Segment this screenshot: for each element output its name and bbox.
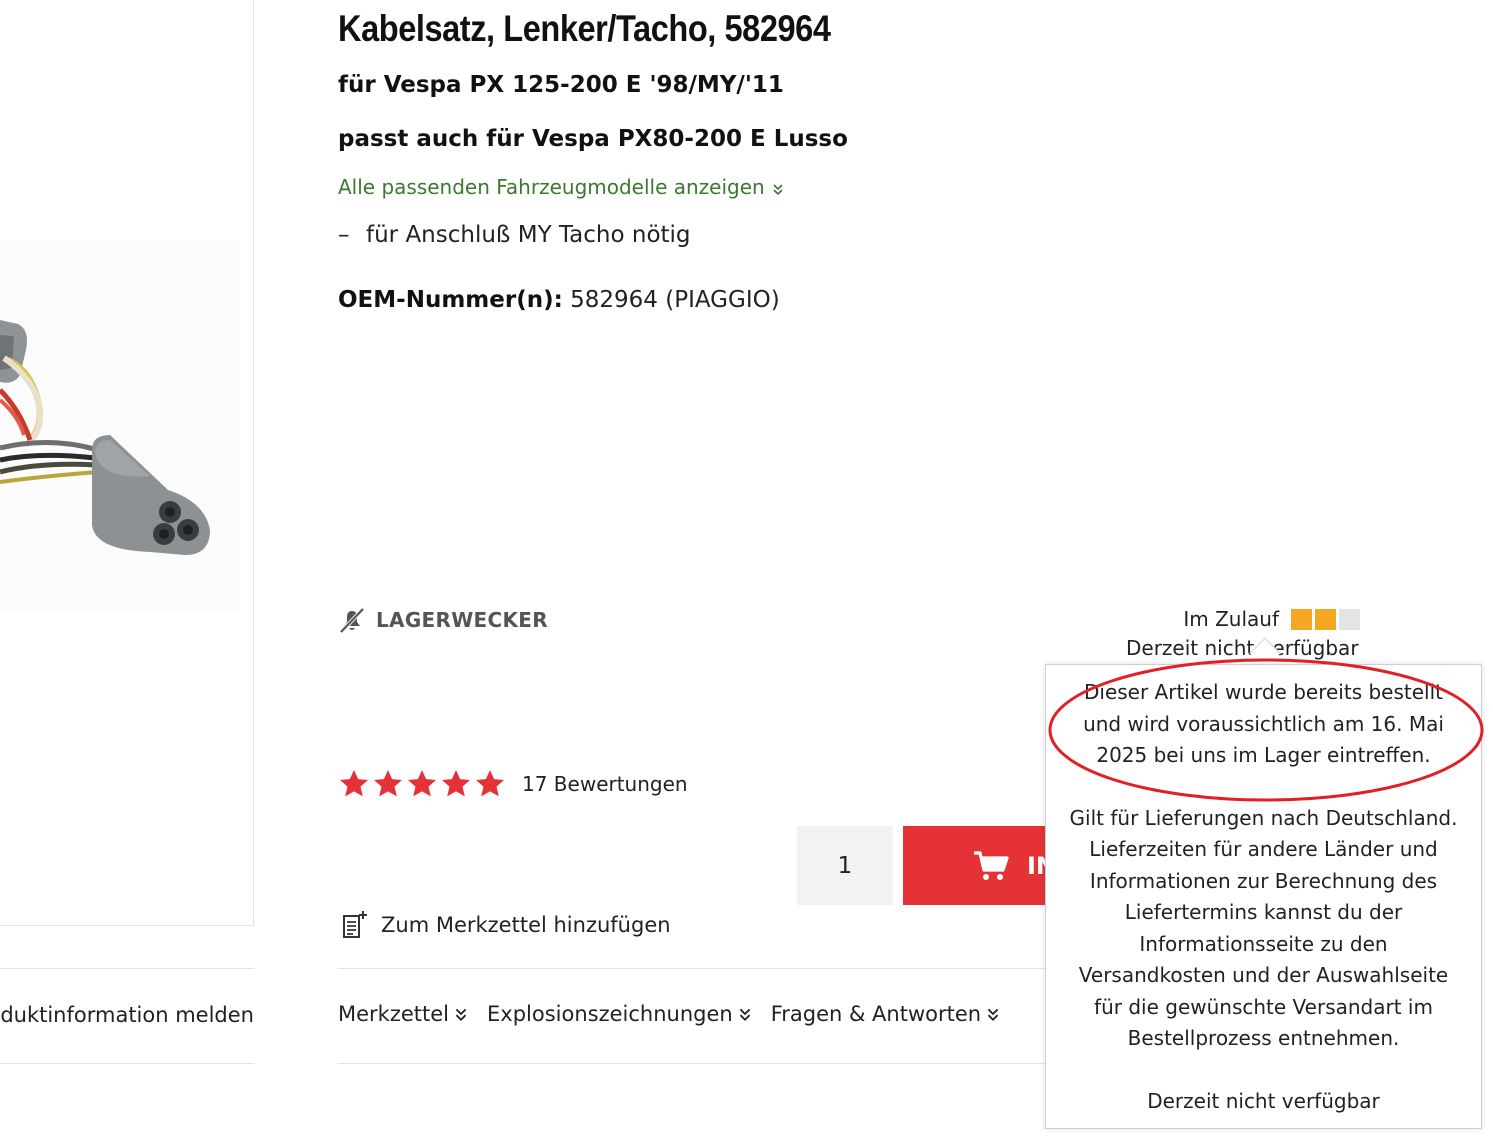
stock-level-bar (1291, 608, 1312, 630)
stock-level-bar (1339, 608, 1360, 630)
tooltip-info-line: für die gewünschte Versandart im (1094, 994, 1433, 1019)
bell-off-icon (339, 607, 365, 634)
tab-fragen-antworten[interactable]: Fragen & Antworten (771, 1002, 1001, 1026)
wishlist-label: Zum Merkzettel hinzufügen (381, 913, 671, 937)
fits-primary: für Vespa PX 125-200 E '98/MY/'11 (338, 72, 784, 98)
oem-numbers: OEM-Nummer(n): 582964 (PIAGGIO) (338, 287, 780, 313)
divider (0, 968, 254, 969)
divider (338, 968, 1058, 969)
stock-level-indicator (1291, 608, 1360, 630)
double-chevron-down-icon (455, 1008, 467, 1022)
tooltip-availability: Derzeit nicht verfügbar (1147, 1088, 1380, 1113)
feature-item: – für Anschluß MY Tacho nötig (338, 222, 691, 248)
show-models-label: Alle passenden Fahrzeugmodelle anzeigen (338, 175, 765, 199)
star-icon (374, 770, 402, 797)
product-image (0, 240, 240, 610)
rating-stars (338, 768, 506, 800)
stock-level-bar (1315, 608, 1336, 630)
stock-status-label: Im Zulauf (1183, 607, 1279, 631)
stock-alert-label: LAGERWECKER (376, 608, 548, 632)
stock-alert-button[interactable]: LAGERWECKER (338, 605, 548, 635)
tooltip-eta-line: 2025 bei uns im Lager eintreffen. (1096, 743, 1431, 767)
oem-value: 582964 (PIAGGIO) (570, 287, 780, 313)
fits-also: passt auch für Vespa PX80-200 E Lusso (338, 126, 848, 152)
add-to-cart-button[interactable]: IN (903, 826, 1063, 905)
tab-explosionszeichnungen[interactable]: Explosionszeichnungen (487, 1002, 753, 1026)
tooltip-info-line: Bestellprozess entnehmen. (1127, 1026, 1400, 1050)
tooltip-eta-line: Dieser Artikel wurde bereits bestellt (1083, 680, 1443, 704)
tooltip-info-line: Gilt für Lieferungen nach Deutschland. (1069, 805, 1458, 830)
star-icon (408, 770, 436, 797)
divider (0, 1063, 254, 1064)
double-chevron-down-icon (987, 1008, 999, 1022)
star-icon (442, 770, 470, 797)
oem-label: OEM-Nummer(n): (338, 287, 563, 313)
availability-text: Derzeit nicht verfügbar (1126, 636, 1359, 660)
double-chevron-down-icon (739, 1008, 750, 1022)
cart-icon (974, 850, 1009, 880)
product-image-panel[interactable] (0, 0, 254, 926)
show-all-models-link[interactable]: Alle passenden Fahrzeugmodelle anzeigen (338, 175, 785, 199)
tab-label: Explosionszeichnungen (487, 1002, 733, 1026)
quantity-input[interactable]: 1 (797, 826, 893, 905)
star-icon (340, 770, 368, 797)
feature-bullet: – (338, 222, 350, 248)
add-to-wishlist-link[interactable]: Zum Merkzettel hinzufügen (341, 910, 671, 940)
tooltip-info-line: Informationsseite zu den (1139, 931, 1388, 956)
tab-label: Fragen & Antworten (770, 1002, 982, 1026)
note-add-icon (343, 911, 367, 938)
tab-label: Merkzettel (338, 1002, 449, 1026)
double-chevron-down-icon (773, 183, 783, 195)
divider (338, 1063, 1058, 1064)
tooltip-info-line: Liefertermins kannst du der (1124, 900, 1403, 924)
rating-count: 17 Bewertungen (522, 772, 688, 796)
product-tabs: Merkzettel Explosionszeichnungen Fragen … (338, 1002, 1001, 1026)
tooltip-info-line: Lieferzeiten für andere Länder und (1089, 837, 1438, 861)
delivery-tooltip: Dieser Artikel wurde bereits bestellt un… (1045, 664, 1482, 1129)
report-product-info-link[interactable]: Produktinformation melden (0, 1003, 254, 1027)
product-title: Kabelsatz, Lenker/Tacho, 582964 (338, 8, 831, 49)
star-icon (476, 770, 504, 797)
product-rating[interactable]: 17 Bewertungen (338, 768, 688, 800)
tooltip-info-line: Versandkosten und der Auswahlseite (1078, 963, 1449, 987)
feature-text: für Anschluß MY Tacho nötig (366, 222, 691, 248)
tab-merkzettel[interactable]: Merkzettel (338, 1002, 469, 1026)
tooltip-eta-line: und wird voraussichtlich am 16. Mai (1083, 711, 1444, 736)
tooltip-info-line: Informationen zur Berechnung des (1089, 868, 1438, 893)
stock-status[interactable]: Im Zulauf (1130, 607, 1360, 631)
